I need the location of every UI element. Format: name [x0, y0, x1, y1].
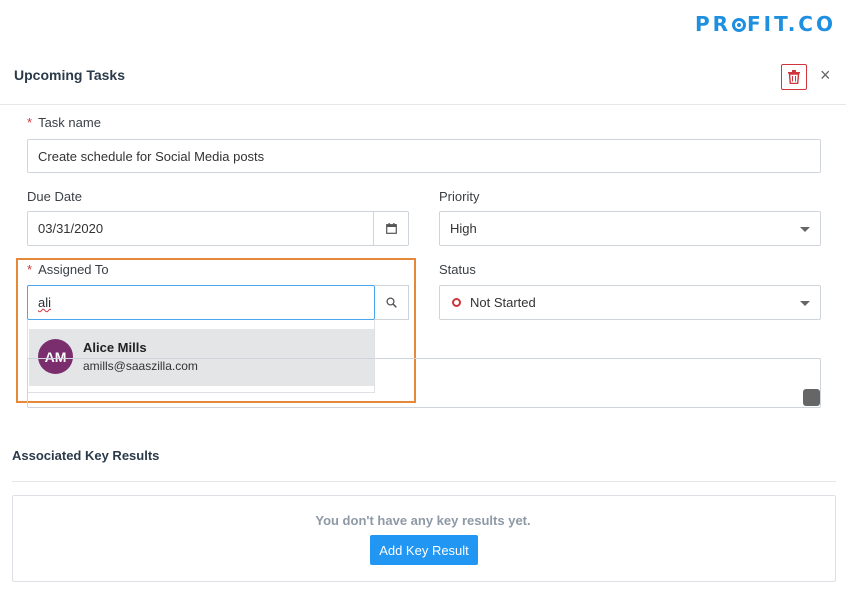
task-name-label: * Task name: [27, 115, 101, 130]
key-results-empty-text: You don't have any key results yet.: [315, 513, 531, 528]
resize-handle-icon[interactable]: [803, 389, 820, 406]
chevron-down-icon: [800, 226, 810, 232]
description-textarea[interactable]: [27, 358, 821, 408]
profit-co-logo: PR FIT.CO: [695, 12, 836, 36]
status-select[interactable]: Not Started: [439, 285, 821, 320]
add-key-result-button[interactable]: Add Key Result: [370, 535, 478, 565]
delete-button[interactable]: [781, 64, 807, 90]
priority-label: Priority: [439, 189, 480, 204]
close-icon[interactable]: ×: [820, 66, 831, 84]
assigned-to-search-button[interactable]: [374, 285, 409, 320]
task-name-input[interactable]: Create schedule for Social Media posts: [27, 139, 821, 173]
logo-text-start: PR: [694, 12, 731, 36]
key-results-divider: [12, 481, 836, 482]
required-marker: *: [27, 262, 33, 277]
priority-select[interactable]: High: [439, 211, 821, 246]
logo-target-icon: [732, 18, 746, 32]
status-label: Status: [439, 262, 476, 277]
calendar-icon: [385, 223, 397, 234]
required-marker: *: [27, 115, 33, 130]
calendar-button[interactable]: [373, 212, 408, 245]
page-title: Upcoming Tasks: [14, 67, 125, 83]
search-icon: [385, 297, 397, 308]
chevron-down-icon: [800, 300, 810, 306]
due-date-value: 03/31/2020: [38, 221, 104, 236]
assigned-to-label: * Assigned To: [27, 262, 109, 277]
header-divider: [0, 104, 846, 105]
assigned-to-label-text: Assigned To: [38, 262, 109, 277]
status-value: Not Started: [470, 295, 536, 310]
assigned-to-query: ali: [38, 295, 52, 310]
logo-text-end: FIT.CO: [747, 12, 836, 36]
due-date-label: Due Date: [27, 189, 82, 204]
due-date-input[interactable]: 03/31/2020: [27, 211, 409, 246]
assigned-to-search-input[interactable]: ali: [27, 285, 375, 320]
task-name-label-text: Task name: [38, 115, 101, 130]
key-results-title: Associated Key Results: [12, 448, 160, 463]
priority-value: High: [450, 221, 477, 236]
trash-icon: [788, 70, 800, 84]
assignee-name: Alice Mills: [83, 340, 147, 355]
task-name-value: Create schedule for Social Media posts: [38, 148, 265, 164]
status-dot-icon: [452, 298, 461, 307]
